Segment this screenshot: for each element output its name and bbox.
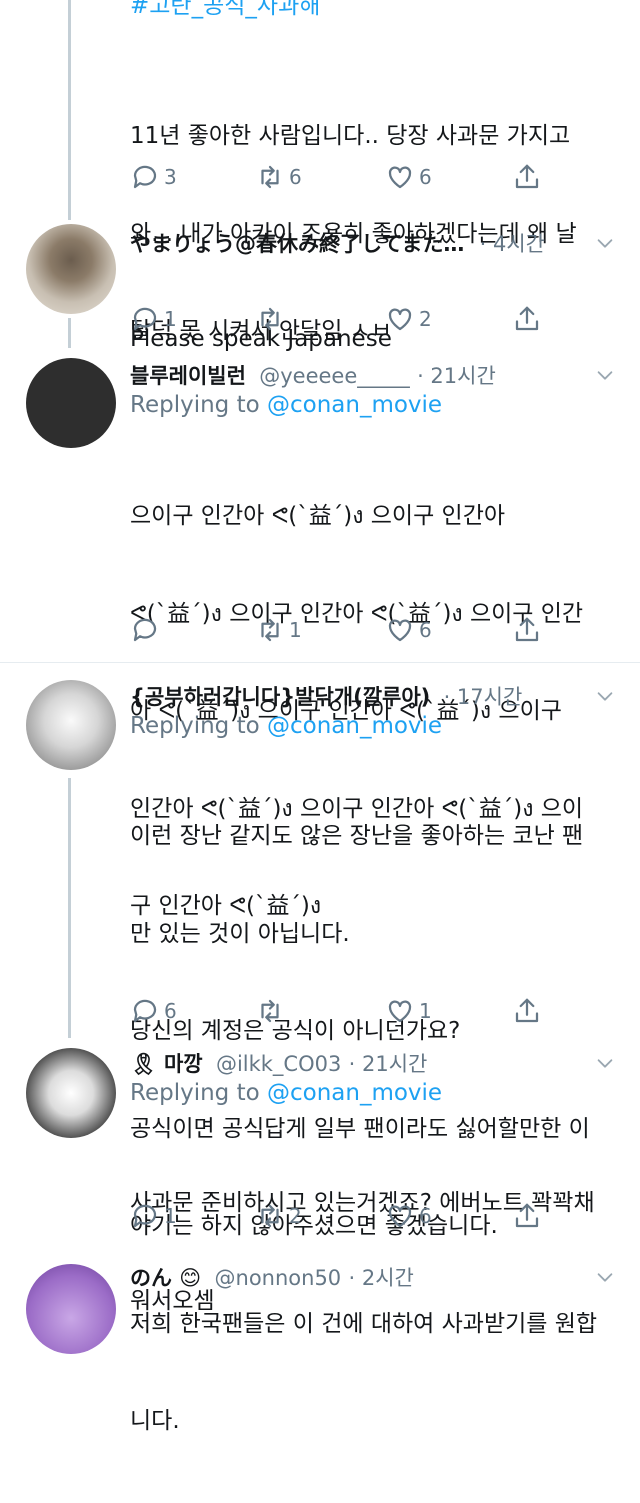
mention-link[interactable]: @conan_movie (267, 713, 442, 739)
retweet-button[interactable]: 6 (255, 162, 302, 192)
tweet-header: のん 😊 @nonnon50 · 2시간 (130, 1262, 414, 1292)
like-icon (388, 1205, 412, 1228)
like-button[interactable]: 6 (385, 1201, 432, 1231)
tweet-header: やまりょう@春休み終了してまた… · 4시간 (130, 228, 545, 258)
avatar[interactable] (26, 358, 116, 448)
avatar[interactable] (26, 1264, 116, 1354)
avatar[interactable] (26, 224, 116, 314)
reply-button[interactable]: 1 (130, 1201, 177, 1231)
thread-line-4 (68, 778, 71, 1038)
share-button[interactable] (512, 1201, 542, 1231)
replying-to: Replying to @conan_movie (130, 713, 443, 739)
retweet-button[interactable]: 1 (255, 615, 302, 645)
chevron-down-icon[interactable] (594, 1052, 616, 1074)
chevron-down-icon[interactable] (594, 685, 616, 707)
replying-to: Replying to @conan_movie (130, 1080, 443, 1106)
hashtag-link[interactable]: #고란_공식_사과해 (130, 0, 320, 20)
chevron-down-icon[interactable] (594, 232, 616, 254)
reply-icon (133, 307, 157, 331)
retweet-icon (261, 999, 279, 1023)
chevron-down-icon[interactable] (594, 364, 616, 386)
share-icon (515, 998, 539, 1023)
like-icon (388, 619, 412, 642)
divider (0, 662, 640, 663)
share-icon (515, 306, 539, 331)
timestamp[interactable]: · 21시간 (349, 1052, 428, 1076)
chevron-down-icon[interactable] (594, 1266, 616, 1288)
display-name[interactable]: 🎗 마깡 (130, 1052, 203, 1076)
reply-button[interactable]: 1 (130, 304, 177, 334)
share-icon (515, 1203, 539, 1228)
like-icon (388, 166, 412, 189)
avatar[interactable] (26, 1048, 116, 1138)
like-icon (388, 308, 412, 331)
user-handle[interactable]: @ilkk_CO03 (216, 1052, 341, 1076)
share-button[interactable] (512, 996, 542, 1026)
share-icon (515, 617, 539, 642)
share-button[interactable] (512, 615, 542, 645)
tweet-header: 블루레이빌런 @yeeeee_____ · 21시간 (130, 360, 496, 390)
avatar[interactable] (26, 680, 116, 770)
replying-to: Replying to @conan_movie (130, 392, 443, 418)
reply-icon (133, 618, 157, 642)
reply-button[interactable] (130, 615, 164, 645)
retweet-icon (261, 307, 279, 331)
timestamp[interactable]: · 21시간 (417, 364, 496, 388)
timestamp[interactable]: · 17시간 (444, 685, 523, 709)
reply-button[interactable]: 3 (130, 162, 177, 192)
like-button[interactable]: 6 (385, 615, 432, 645)
timestamp[interactable]: · 2시간 (348, 1266, 413, 1290)
mention-link[interactable]: @conan_movie (267, 1080, 442, 1106)
tweet-header: 🎗 마깡 @ilkk_CO03 · 21시간 (130, 1048, 427, 1078)
display-name[interactable]: やまりょう@春休み終了してまた… (130, 232, 464, 256)
share-icon (515, 164, 539, 189)
reply-button[interactable]: 6 (130, 996, 177, 1026)
user-handle[interactable]: @nonnon50 (215, 1266, 342, 1290)
reply-icon (133, 999, 157, 1023)
like-button[interactable]: 2 (385, 304, 432, 334)
share-button[interactable] (512, 304, 542, 334)
retweet-icon (261, 618, 279, 642)
display-name[interactable]: 블루레이빌런 (130, 364, 246, 388)
thread-line-2 (68, 318, 71, 348)
retweet-button[interactable] (255, 996, 289, 1026)
retweet-icon (261, 165, 279, 189)
reply-icon (133, 165, 157, 189)
reply-icon (133, 1204, 157, 1228)
like-button[interactable]: 6 (385, 162, 432, 192)
tweet-text: 사과문 준비하시고 있는거겠죠? 에버노트 꽉꽉채 워서오셈 (130, 1190, 595, 1314)
timestamp[interactable]: · 4시간 (480, 232, 545, 256)
like-icon (388, 1000, 412, 1023)
display-name[interactable]: {공부하러갑니다}발닦개(깔루아) (130, 685, 430, 709)
like-button[interactable]: 1 (385, 996, 432, 1026)
thread-line-top (68, 0, 71, 220)
retweet-button[interactable] (255, 304, 289, 334)
user-handle[interactable]: @yeeeee_____ (259, 364, 410, 388)
share-button[interactable] (512, 162, 542, 192)
display-name[interactable]: のん 😊 (130, 1266, 201, 1290)
mention-link[interactable]: @conan_movie (267, 392, 442, 418)
tweet-header: {공부하러갑니다}발닦개(깔루아) · 17시간 (130, 681, 522, 711)
retweet-icon (261, 1204, 279, 1228)
retweet-button[interactable]: 2 (255, 1201, 302, 1231)
